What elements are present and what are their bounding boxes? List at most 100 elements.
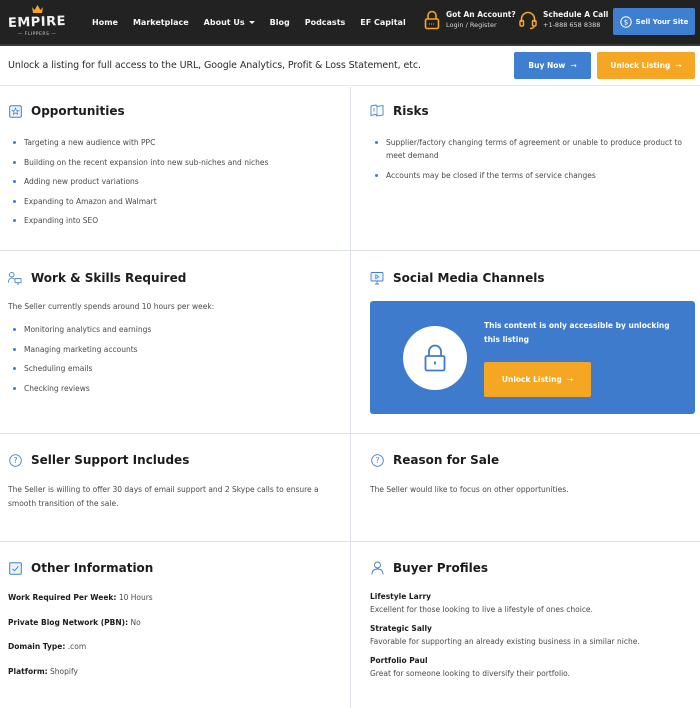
nav-podcasts-label: Podcasts (304, 17, 346, 27)
buyer-profile-description: Favorable for supporting an already exis… (370, 637, 640, 646)
star-box-icon (8, 104, 22, 118)
opportunities-section: Opportunities Targeting a new audience w… (8, 101, 343, 234)
nav-home[interactable]: Home (92, 18, 118, 27)
account-login-link[interactable]: Got An Account? Login / Register (424, 9, 516, 30)
opportunities-title: Opportunities (31, 104, 125, 118)
other-information-title: Other Information (31, 561, 154, 575)
checkbox-icon (8, 561, 22, 575)
info-row-work-required: Work Required Per Week: 10 Hours (8, 592, 343, 604)
schedule-call-link[interactable]: Schedule A Call +1-888 658 8388 (519, 9, 608, 30)
reason-for-sale-text: The Seller would like to focus on other … (370, 485, 569, 494)
unlock-listing-button[interactable]: Unlock Listing → (484, 362, 591, 397)
dollar-circle-icon: $ (619, 15, 632, 28)
unlock-banner: Unlock a listing for full access to the … (0, 46, 700, 86)
sell-your-site-button[interactable]: $ Sell Your Site (613, 8, 695, 35)
work-list: Monitoring analytics and earnings Managi… (8, 323, 343, 395)
list-item: Expanding to Amazon and Walmart (8, 195, 343, 208)
crown-icon (32, 5, 43, 13)
phone-number[interactable]: +1-888 658 8388 (543, 20, 608, 30)
empire-flippers-logo[interactable]: EMPIRE — FLIPPERS — (6, 4, 68, 42)
buyer-profile: Lifestyle Larry Excellent for those look… (370, 591, 692, 616)
nav-home-label: Home (92, 17, 118, 27)
list-item: Supplier/factory changing terms of agree… (370, 136, 692, 162)
nav-ef-capital-label: EF Capital (360, 17, 406, 27)
social-media-section: Social Media Channels (370, 268, 692, 288)
lock-circle (403, 326, 467, 390)
info-row-domain-type: Domain Type: .com (8, 641, 343, 653)
nav-podcasts[interactable]: Podcasts (305, 18, 346, 27)
nav-blog[interactable]: Blog (270, 18, 290, 27)
buyer-profiles-list: Lifestyle Larry Excellent for those look… (370, 591, 692, 680)
svg-text:?: ? (13, 456, 17, 465)
nav-about-us[interactable]: About Us (204, 18, 255, 27)
person-icon (370, 561, 384, 575)
row-divider (0, 541, 700, 542)
info-row-platform: Platform: Shopify (8, 666, 343, 678)
reason-for-sale-title: Reason for Sale (393, 453, 500, 467)
opportunities-list: Targeting a new audience with PPC Buildi… (8, 136, 343, 227)
locked-content-message: This content is only accessible by unloc… (484, 321, 670, 344)
reason-for-sale-section: ? Reason for Sale The Seller would like … (370, 450, 692, 497)
arrow-right-icon: → (570, 61, 577, 70)
caret-down-icon (248, 20, 255, 24)
risks-list: Supplier/factory changing terms of agree… (370, 136, 692, 182)
list-item: Building on the recent expansion into ne… (8, 156, 343, 169)
row-divider (0, 433, 700, 434)
question-circle-icon: ? (8, 453, 22, 467)
sell-your-site-label: Sell Your Site (635, 17, 689, 26)
info-value: Shopify (50, 666, 78, 676)
svg-text:$: $ (623, 18, 627, 26)
arrow-right-icon: → (566, 375, 574, 384)
info-label: Platform: (8, 666, 48, 676)
work-skills-heading: Work & Skills Required (8, 268, 343, 288)
seller-support-heading: ? Seller Support Includes (8, 450, 328, 470)
monitor-play-icon (370, 271, 384, 285)
row-divider (0, 250, 700, 251)
lock-icon (424, 10, 440, 29)
seller-support-title: Seller Support Includes (31, 453, 190, 467)
list-item: Targeting a new audience with PPC (8, 136, 343, 149)
list-item: Accounts may be closed if the terms of s… (370, 169, 692, 182)
nav-marketplace[interactable]: Marketplace (133, 18, 189, 27)
list-item: Adding new product variations (8, 175, 343, 188)
svg-text:?: ? (375, 456, 379, 465)
list-item: Managing marketing accounts (8, 343, 343, 356)
work-intro: The Seller currently spends around 10 ho… (8, 302, 215, 311)
other-information-rows: Work Required Per Week: 10 Hours Private… (8, 592, 343, 678)
reason-for-sale-heading: ? Reason for Sale (370, 450, 692, 470)
info-value: .com (67, 642, 87, 651)
login-register-link[interactable]: Login / Register (446, 20, 516, 30)
opportunities-heading: Opportunities (8, 101, 343, 121)
top-navigation-bar: EMPIRE — FLIPPERS — Home Marketplace Abo… (0, 0, 700, 46)
other-information-section: Other Information Work Required Per Week… (8, 558, 343, 690)
nav-about-us-label: About Us (203, 17, 245, 27)
headset-icon (519, 11, 537, 29)
person-monitor-icon (8, 271, 22, 285)
nav-ef-capital[interactable]: EF Capital (360, 18, 405, 27)
buyer-profile-name: Strategic Sally (370, 624, 432, 633)
column-divider (350, 87, 351, 708)
buyer-profile-description: Great for someone looking to diversify t… (370, 669, 570, 678)
list-item: Expanding into SEO (8, 214, 343, 227)
unlock-listing-label: Unlock Listing (610, 61, 671, 70)
account-title: Got An Account? (446, 10, 516, 19)
unlock-listing-label: Unlock Listing (501, 375, 562, 384)
nav-marketplace-label: Marketplace (132, 17, 189, 27)
work-skills-section: Work & Skills Required The Seller curren… (8, 268, 343, 401)
buyer-profiles-title: Buyer Profiles (393, 561, 488, 575)
info-row-pbn: Private Blog Network (PBN): No (8, 617, 343, 629)
list-item: Checking reviews (8, 382, 343, 395)
buy-now-label: Buy Now (528, 61, 566, 70)
question-circle-icon: ? (370, 453, 384, 467)
unlock-listing-button[interactable]: Unlock Listing → (597, 52, 695, 79)
list-item: Scheduling emails (8, 362, 343, 375)
buyer-profiles-section: Buyer Profiles Lifestyle Larry Excellent… (370, 558, 692, 687)
unlock-message: Unlock a listing for full access to the … (8, 60, 421, 71)
risks-section: Risks Supplier/factory changing terms of… (370, 101, 692, 188)
buyer-profile: Portfolio Paul Great for someone looking… (370, 655, 692, 680)
flag-alert-icon (370, 104, 384, 118)
buy-now-button[interactable]: Buy Now → (514, 52, 591, 79)
buyer-profile-name: Portfolio Paul (370, 656, 428, 665)
nav-blog-label: Blog (269, 17, 290, 27)
locked-content-box: This content is only accessible by unloc… (370, 301, 695, 414)
